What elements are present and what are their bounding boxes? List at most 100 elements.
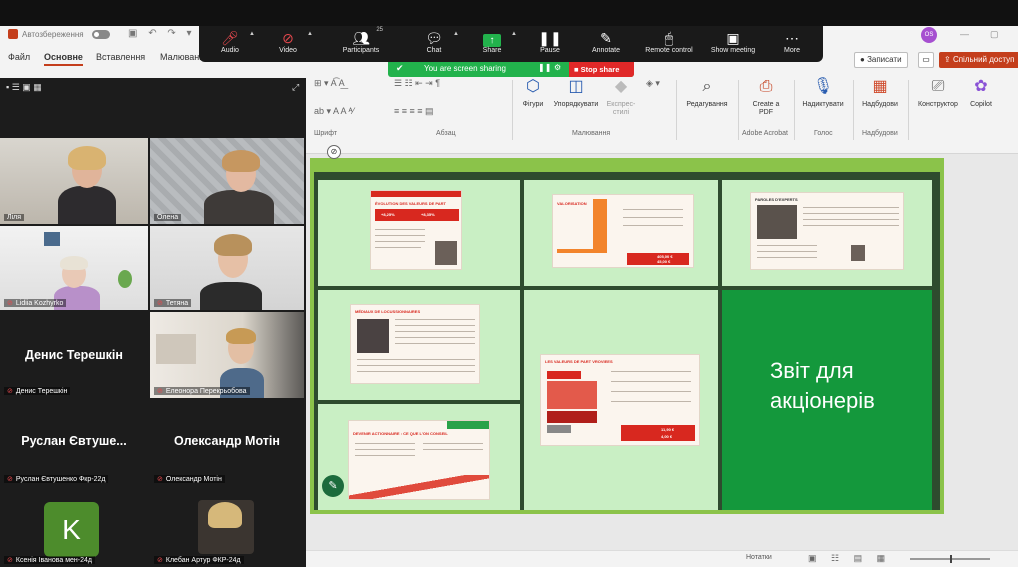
dictate-label: Надиктувати <box>802 101 844 108</box>
annotate-button[interactable]: ✎ Annotate <box>575 27 637 61</box>
font-format-icons[interactable]: ab ▾ A A ᴬ⁄ <box>314 106 354 117</box>
show-meeting-icon: ▣ <box>726 30 740 46</box>
slide-cell-title[interactable]: Звіт для акціонерів <box>722 290 932 510</box>
thumbnail-title: DEVENIR ACTIONNAIRE : CE QUE L'ON CONSEI… <box>353 431 448 436</box>
share-screen-button[interactable]: ↑ ▲ Share <box>461 27 523 61</box>
participant-tile[interactable]: Денис Терешкін ⊘ Денис Терешкін <box>0 312 148 398</box>
audio-button[interactable]: 🎤︎ ▲ Audio <box>199 27 261 61</box>
group-font-label: Шрифт <box>314 130 338 137</box>
chat-label: Chat <box>426 47 442 54</box>
thumbnail-value: +8,35% <box>421 212 435 217</box>
shape-fill-icons[interactable]: ◈ ▾ <box>646 78 660 89</box>
slide-cell[interactable]: DEVENIR ACTIONNAIRE : CE QUE L'ON CONSEI… <box>318 404 520 510</box>
tab-insert[interactable]: Вставлення <box>96 52 145 62</box>
pause-icon: ❚❚ <box>538 30 562 46</box>
list-icons[interactable]: ☰ ☷ ⇤ ⇥ ¶ <box>394 78 440 89</box>
addins-button[interactable]: ▦ Надбудови <box>857 76 903 109</box>
menu-icon[interactable]: ▪ ☰ ▣ ▦ <box>6 82 42 93</box>
account-avatar[interactable]: OS <box>921 27 937 43</box>
share-button[interactable]: ⇪ Спільний доступ <box>939 52 1018 68</box>
participant-tile[interactable]: ⊘ Lidiia Kozhyrko <box>0 226 148 310</box>
participant-tile-active[interactable]: ⊘ Тетяна <box>150 226 304 310</box>
text-line <box>357 365 475 366</box>
stop-share-button[interactable]: ■ Stop share <box>569 62 634 77</box>
edit-fab-icon[interactable]: ✎ <box>322 475 344 497</box>
align-icons[interactable]: ≡ ≡ ≡ ≡ ▤ <box>394 106 434 117</box>
quick-access-icons[interactable]: ▣ ↶ ↷ ▾ <box>128 28 196 39</box>
more-icon: ⋯ <box>785 30 799 46</box>
show-meeting-button[interactable]: ▣ Show meeting <box>703 27 763 61</box>
express-styles-button[interactable]: ◆ Експрес-стилі <box>604 76 638 117</box>
copilot-button[interactable]: ✿ Copilot <box>964 76 998 109</box>
participants-button[interactable]: 👥︎ 25 Participants <box>327 27 395 61</box>
person-hair <box>68 146 106 170</box>
chat-button[interactable]: 💬︎ ▲ Chat <box>403 27 465 61</box>
arrange-button[interactable]: ◫ Упорядкувати <box>550 76 602 109</box>
zoom-slider[interactable] <box>910 555 990 563</box>
microphone-muted-icon: ⊘ <box>157 557 163 564</box>
text-line <box>395 337 475 338</box>
tab-home[interactable]: Основне <box>44 52 83 66</box>
remote-control-button[interactable]: 🖱︎ Remote control <box>635 27 703 61</box>
separator <box>908 80 909 140</box>
pause-button[interactable]: ❚❚ Pause <box>519 27 581 61</box>
view-icons[interactable]: ▣ ☷ ▤ ▦ <box>808 553 891 564</box>
text-line <box>355 455 415 456</box>
participant-tile[interactable]: Руслан Євтуше... ⊘ Руслан Євтушенко Фкр-2… <box>0 400 148 486</box>
share-label: Share <box>482 47 502 54</box>
pause-share-icon[interactable]: ❚❚ <box>538 63 551 72</box>
participant-tile[interactable]: ⊘ Клебан Артур ФКР-24д <box>150 488 304 567</box>
microphone-muted-icon: ⊘ <box>157 300 163 307</box>
shapes-icon: ⬡ <box>526 78 540 95</box>
slide-title-text[interactable]: Звіт для акціонерів <box>770 356 932 416</box>
text-line <box>803 225 899 226</box>
text-line <box>375 241 425 242</box>
expand-icon[interactable]: ⤢ <box>292 82 299 93</box>
chevron-down-icon[interactable]: ▲ <box>307 31 313 37</box>
slide-thumbnail-pane-icon[interactable]: ⊘ <box>327 145 341 159</box>
slide-cell[interactable]: ÉVOLUTION DES VALEURS DE PART +8,25% +8,… <box>318 180 520 286</box>
chevron-down-icon[interactable]: ▲ <box>511 31 517 37</box>
settings-icon[interactable]: ⚙ <box>554 63 561 72</box>
current-slide[interactable]: ÉVOLUTION DES VALEURS DE PART +8,25% +8,… <box>310 158 944 514</box>
create-pdf-button[interactable]: ⎙ Create a PDF <box>746 76 786 117</box>
notes-button[interactable]: Нотатки <box>746 554 772 561</box>
participant-tile[interactable]: ⊘ Елеонора Перекрьобова <box>150 312 304 398</box>
participant-display-name: Денис Терешкін <box>25 348 123 362</box>
separator <box>676 80 677 140</box>
minimize-icon[interactable]: — <box>960 29 969 39</box>
slide-cell[interactable]: MÉDIAUX DE LOCUSSIONNAIRES <box>318 290 520 400</box>
editing-button[interactable]: ⌕ Редагування <box>682 76 732 109</box>
dictate-button[interactable]: 🎙︎ Надиктувати <box>798 76 848 109</box>
participant-tile[interactable]: Олександр Мотін ⊘ Олександр Мотін <box>150 400 304 486</box>
text-line <box>395 325 475 326</box>
text-line <box>375 235 425 236</box>
participant-tile[interactable]: Ліля <box>0 138 148 224</box>
chevron-down-icon[interactable]: ▲ <box>453 31 459 37</box>
shapes-button[interactable]: ⬡ Фігури <box>518 76 548 109</box>
thumbnail-title: MÉDIAUX DE LOCUSSIONNAIRES <box>355 309 421 314</box>
chevron-down-icon[interactable]: ▲ <box>249 31 255 37</box>
autosave-toggle[interactable] <box>92 30 110 39</box>
ribbon-tools: ⊞ ▾ A͡ A͟ ab ▾ A A ᴬ⁄ ☰ ☷ ⇤ ⇥ ¶ ≡ ≡ ≡ ≡ … <box>306 72 1018 154</box>
comments-icon[interactable]: ▭ <box>918 52 934 68</box>
slide-cell[interactable]: LES VALEURS DE PART VROVIEES 11,90 € 4,0… <box>524 290 718 510</box>
record-button[interactable]: ● Записати <box>854 52 908 68</box>
font-size-icon[interactable]: ⊞ ▾ A͡ A͟ <box>314 78 345 89</box>
slide-top-band <box>310 158 944 172</box>
designer-button[interactable]: ⎚ Конструктор <box>912 76 964 109</box>
tab-file[interactable]: Файл <box>8 52 30 62</box>
participant-name: Клебан Артур ФКР-24д <box>165 557 241 564</box>
participant-tile[interactable]: Олена <box>150 138 304 224</box>
share-screen-icon: ↑ <box>483 34 501 47</box>
video-button[interactable]: ⊘ ▲ Video <box>257 27 319 61</box>
participant-tile[interactable]: K ⊘ Ксенія Іванова мен-24д <box>0 488 148 567</box>
participant-name-tag: ⊘ Клебан Артур ФКР-24д <box>154 556 244 564</box>
slide-cell[interactable]: PAROLES D'EXPERTS <box>722 180 932 286</box>
report-thumbnail: LES VALEURS DE PART VROVIEES 11,90 € 4,0… <box>540 354 700 446</box>
report-thumbnail: ÉVOLUTION DES VALEURS DE PART +8,25% +8,… <box>370 190 462 270</box>
restore-icon[interactable]: ▢ <box>990 29 999 40</box>
slide-cell[interactable]: VALORISATION 405,00 € 45,00 € <box>524 180 718 286</box>
more-button[interactable]: ⋯ More <box>761 27 823 61</box>
text-line <box>375 229 425 230</box>
